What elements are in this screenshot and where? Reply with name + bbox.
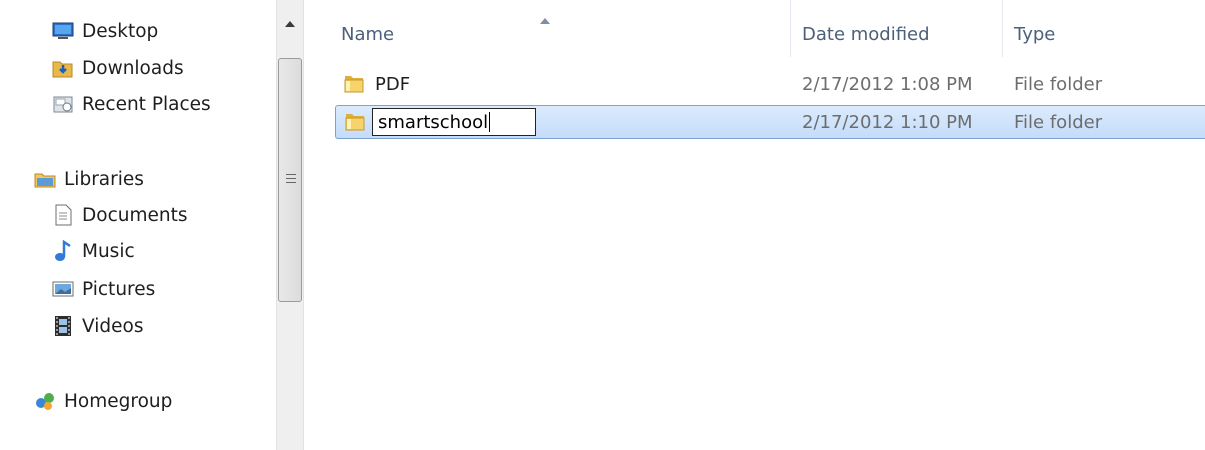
navigation-pane: Desktop Downloads Recent Places Librarie… xyxy=(0,0,276,450)
nav-item-label: Documents xyxy=(82,204,188,226)
file-type: File folder xyxy=(1014,73,1103,95)
videos-icon xyxy=(52,315,74,337)
nav-item-label: Libraries xyxy=(64,168,144,190)
nav-item-label: Recent Places xyxy=(82,93,211,115)
file-row-smartschool[interactable]: smartschool 2/17/2012 1:10 PM File folde… xyxy=(335,105,1205,139)
nav-item-label: Desktop xyxy=(82,20,159,42)
nav-item-downloads[interactable]: Downloads xyxy=(52,53,184,83)
text-caret xyxy=(489,112,491,132)
file-row-pdf[interactable]: PDF 2/17/2012 1:08 PM File folder xyxy=(335,67,1205,101)
column-header-type[interactable]: Type xyxy=(1014,18,1055,50)
file-list: Name Date modified Type PDF 2/17/2012 1:… xyxy=(305,0,1205,450)
file-name: PDF xyxy=(375,73,411,95)
downloads-icon xyxy=(52,57,74,79)
nav-item-pictures[interactable]: Pictures xyxy=(52,274,155,304)
nav-item-label: Pictures xyxy=(82,278,156,300)
column-divider[interactable] xyxy=(790,0,791,57)
sort-ascending-icon xyxy=(540,8,550,29)
scroll-thumb[interactable] xyxy=(278,58,302,302)
rename-input[interactable]: smartschool xyxy=(372,108,536,136)
music-icon xyxy=(52,240,74,262)
scroll-up-button[interactable] xyxy=(277,12,303,36)
nav-item-label: Homegroup xyxy=(64,390,173,412)
folder-icon xyxy=(344,112,366,137)
file-type: File folder xyxy=(1014,111,1103,133)
nav-scrollbar[interactable] xyxy=(276,0,304,450)
column-header-name[interactable]: Name xyxy=(341,18,394,50)
homegroup-icon xyxy=(34,390,56,412)
nav-item-label: Music xyxy=(82,240,135,262)
folder-icon xyxy=(343,74,365,99)
nav-item-libraries[interactable]: Libraries xyxy=(34,164,144,194)
file-date: 2/17/2012 1:10 PM xyxy=(802,111,973,133)
libraries-icon xyxy=(34,168,56,190)
column-header-date-modified[interactable]: Date modified xyxy=(802,18,930,50)
nav-item-label: Videos xyxy=(82,315,144,337)
documents-icon xyxy=(52,204,74,226)
pictures-icon xyxy=(52,278,74,300)
chevron-up-icon xyxy=(285,21,295,27)
nav-item-desktop[interactable]: Desktop xyxy=(52,16,158,46)
nav-item-documents[interactable]: Documents xyxy=(52,200,187,230)
desktop-icon xyxy=(52,20,74,42)
nav-item-recent-places[interactable]: Recent Places xyxy=(52,89,211,119)
recent-places-icon xyxy=(52,93,74,115)
nav-item-videos[interactable]: Videos xyxy=(52,311,143,341)
file-date: 2/17/2012 1:08 PM xyxy=(802,73,973,95)
grip-icon xyxy=(286,174,296,183)
column-divider[interactable] xyxy=(1002,0,1003,57)
nav-item-label: Downloads xyxy=(82,57,184,79)
nav-item-music[interactable]: Music xyxy=(52,236,135,266)
nav-item-homegroup[interactable]: Homegroup xyxy=(34,386,172,416)
